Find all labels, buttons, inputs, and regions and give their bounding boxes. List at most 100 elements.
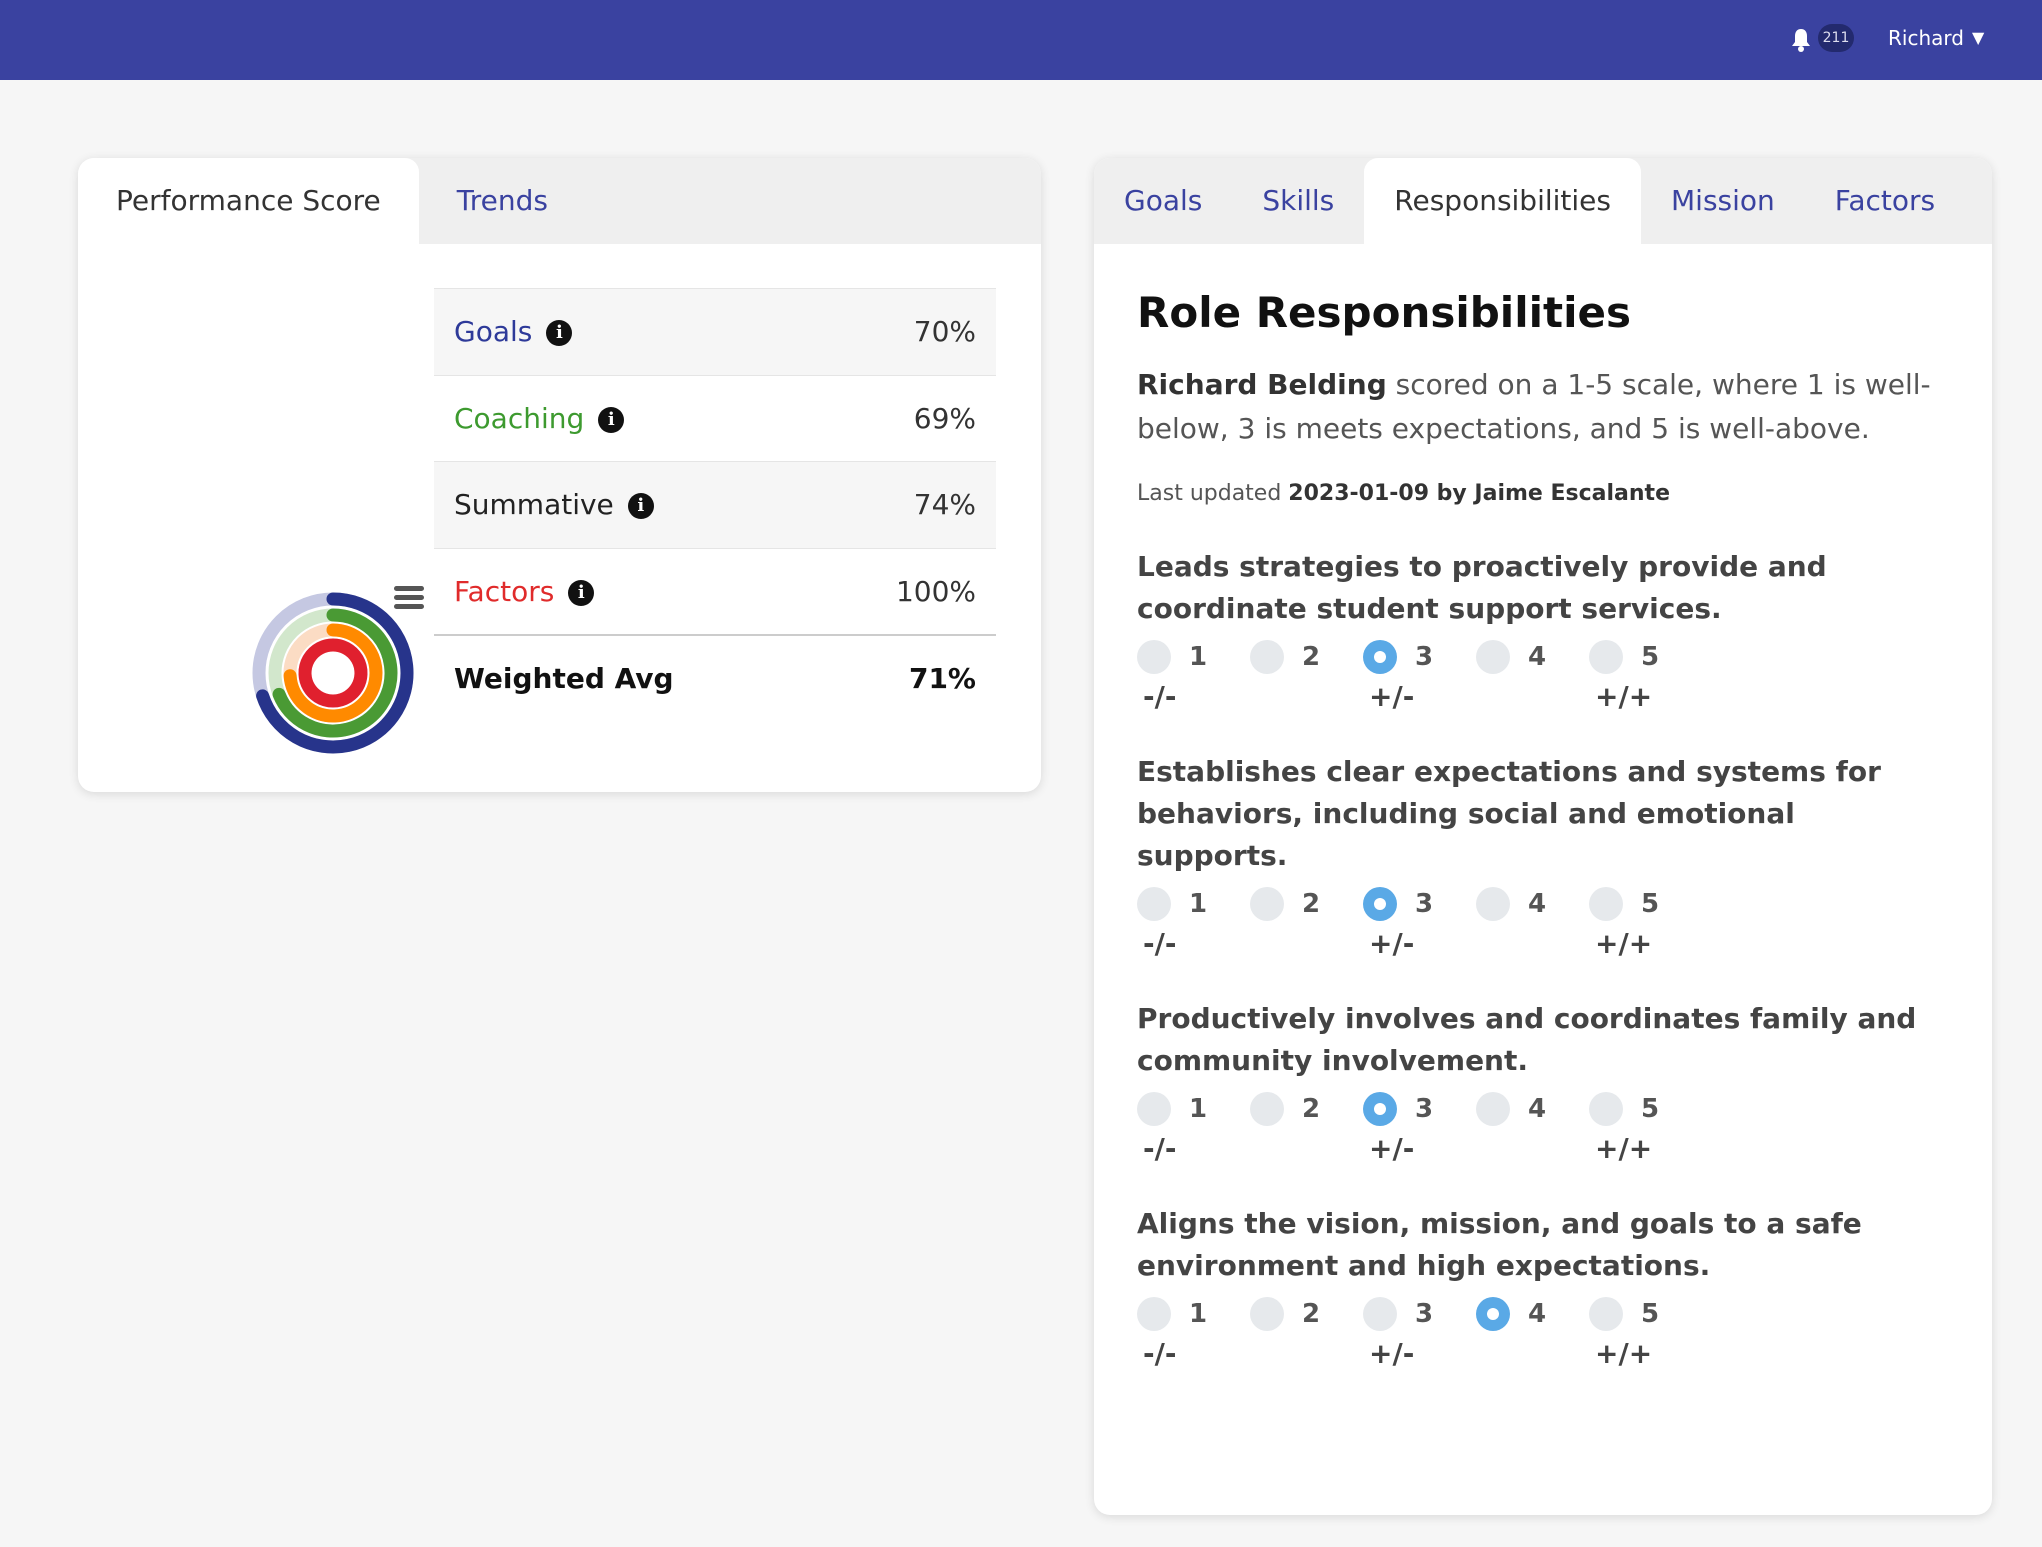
tab-performance-score[interactable]: Performance Score	[78, 158, 419, 244]
row-label[interactable]: Coaching	[454, 402, 584, 435]
tab-responsibilities[interactable]: Responsibilities	[1364, 158, 1641, 244]
top-bar: 211 Richard ▼	[0, 0, 2042, 80]
responsibilities-card: Goals Skills Responsibilities Mission Fa…	[1094, 158, 1992, 1515]
employee-name: Richard Belding	[1137, 368, 1387, 401]
rating-option-4[interactable]: 4	[1476, 640, 1589, 674]
score-row-goals: Goals i 70%	[434, 288, 996, 375]
updated-prefix: Last updated	[1137, 481, 1289, 506]
rating-option-5[interactable]: 5	[1589, 640, 1702, 674]
weighted-avg-row: Weighted Avg 71%	[434, 634, 996, 721]
scale-label: +/+	[1595, 680, 1653, 713]
radio-button[interactable]	[1137, 1297, 1171, 1331]
rating-option-2[interactable]: 2	[1250, 1297, 1363, 1331]
option-label: 1	[1189, 889, 1208, 919]
rating-option-1[interactable]: 1	[1137, 640, 1250, 674]
scale-label: +/+	[1595, 1337, 1653, 1370]
radio-button[interactable]	[1476, 887, 1510, 921]
question-item: Leads strategies to proactively provide …	[1137, 546, 1949, 713]
radio-button[interactable]	[1589, 640, 1623, 674]
rating-option-5[interactable]: 5	[1589, 887, 1702, 921]
question-list: Leads strategies to proactively provide …	[1137, 546, 1949, 1370]
tab-trends[interactable]: Trends	[419, 158, 586, 244]
radio-button[interactable]	[1137, 1092, 1171, 1126]
rating-option-4[interactable]: 4	[1476, 1297, 1589, 1331]
rating-option-4[interactable]: 4	[1476, 887, 1589, 921]
option-label: 3	[1415, 642, 1434, 672]
chart-menu-icon[interactable]	[394, 586, 424, 613]
last-updated: Last updated 2023-01-09 by Jaime Escalan…	[1137, 481, 1949, 506]
rating-option-5[interactable]: 5	[1589, 1092, 1702, 1126]
scale-label: -/-	[1143, 927, 1177, 960]
row-value: 100%	[895, 574, 976, 608]
option-label: 1	[1189, 1094, 1208, 1124]
info-icon[interactable]: i	[568, 579, 595, 606]
rating-option-4[interactable]: 4	[1476, 1092, 1589, 1126]
question-item: Establishes clear expectations and syste…	[1137, 751, 1949, 960]
question-text: Establishes clear expectations and syste…	[1137, 755, 1881, 872]
rating-option-5[interactable]: 5	[1589, 1297, 1702, 1331]
bell-icon[interactable]	[1790, 27, 1812, 53]
option-label: 5	[1641, 642, 1660, 672]
question-text: Aligns the vision, mission, and goals to…	[1137, 1207, 1862, 1282]
radio-button[interactable]	[1250, 1092, 1284, 1126]
radio-button[interactable]	[1589, 887, 1623, 921]
tab-mission[interactable]: Mission	[1641, 158, 1805, 244]
detail-tabs: Goals Skills Responsibilities Mission Fa…	[1094, 158, 1992, 244]
rating-option-3[interactable]: 3	[1363, 640, 1476, 674]
rating-option-2[interactable]: 2	[1250, 640, 1363, 674]
notification-badge[interactable]: 211	[1818, 24, 1854, 52]
scale-label: -/-	[1143, 1132, 1177, 1165]
option-label: 4	[1528, 1299, 1547, 1329]
user-menu[interactable]: Richard	[1888, 24, 1964, 52]
total-value: 71%	[908, 661, 976, 695]
radio-button[interactable]	[1137, 640, 1171, 674]
option-label: 1	[1189, 642, 1208, 672]
rating-option-2[interactable]: 2	[1250, 887, 1363, 921]
question-item: Productively involves and coordinates fa…	[1137, 998, 1949, 1165]
question-text: Productively involves and coordinates fa…	[1137, 1002, 1917, 1077]
info-icon[interactable]: i	[627, 493, 654, 520]
option-label: 3	[1415, 1299, 1434, 1329]
radio-button[interactable]	[1250, 1297, 1284, 1331]
chevron-down-icon[interactable]: ▼	[1972, 28, 1984, 47]
radio-button[interactable]	[1589, 1297, 1623, 1331]
rating-option-3[interactable]: 3	[1363, 887, 1476, 921]
radio-button[interactable]	[1476, 1297, 1510, 1331]
rating-option-1[interactable]: 1	[1137, 1092, 1250, 1126]
option-label: 2	[1302, 1299, 1321, 1329]
radio-button[interactable]	[1476, 1092, 1510, 1126]
rating-option-3[interactable]: 3	[1363, 1092, 1476, 1126]
radio-button[interactable]	[1363, 640, 1397, 674]
row-label[interactable]: Goals	[454, 315, 532, 348]
tab-skills[interactable]: Skills	[1232, 158, 1364, 244]
info-icon[interactable]: i	[546, 320, 573, 347]
updated-value: 2023-01-09 by Jaime Escalante	[1288, 481, 1670, 506]
option-label: 2	[1302, 1094, 1321, 1124]
scale-label: +/+	[1595, 1132, 1653, 1165]
info-icon[interactable]: i	[598, 406, 625, 433]
radio-button[interactable]	[1137, 887, 1171, 921]
total-label: Weighted Avg	[454, 661, 674, 695]
scale-labels: -/- +/- +/+	[1137, 927, 1949, 960]
ring-bar-factors[interactable]	[298, 638, 368, 708]
radio-button[interactable]	[1250, 887, 1284, 921]
scale-label: -/-	[1143, 1337, 1177, 1370]
tab-goals[interactable]: Goals	[1094, 158, 1232, 244]
radio-button[interactable]	[1363, 887, 1397, 921]
scale-label: +/-	[1369, 1337, 1415, 1370]
score-row-factors: Factors i 100%	[434, 547, 996, 635]
rating-option-3[interactable]: 3	[1363, 1297, 1476, 1331]
row-value: 74%	[913, 488, 976, 522]
rating-option-1[interactable]: 1	[1137, 1297, 1250, 1331]
option-label: 4	[1528, 1094, 1547, 1124]
rating-option-1[interactable]: 1	[1137, 887, 1250, 921]
radio-button[interactable]	[1363, 1297, 1397, 1331]
radio-button[interactable]	[1250, 640, 1284, 674]
tab-factors[interactable]: Factors	[1805, 158, 1965, 244]
radio-button[interactable]	[1589, 1092, 1623, 1126]
radio-button[interactable]	[1363, 1092, 1397, 1126]
rating-option-2[interactable]: 2	[1250, 1092, 1363, 1126]
page-title: Role Responsibilities	[1137, 288, 1631, 337]
radio-button[interactable]	[1476, 640, 1510, 674]
row-label[interactable]: Factors	[454, 575, 554, 608]
